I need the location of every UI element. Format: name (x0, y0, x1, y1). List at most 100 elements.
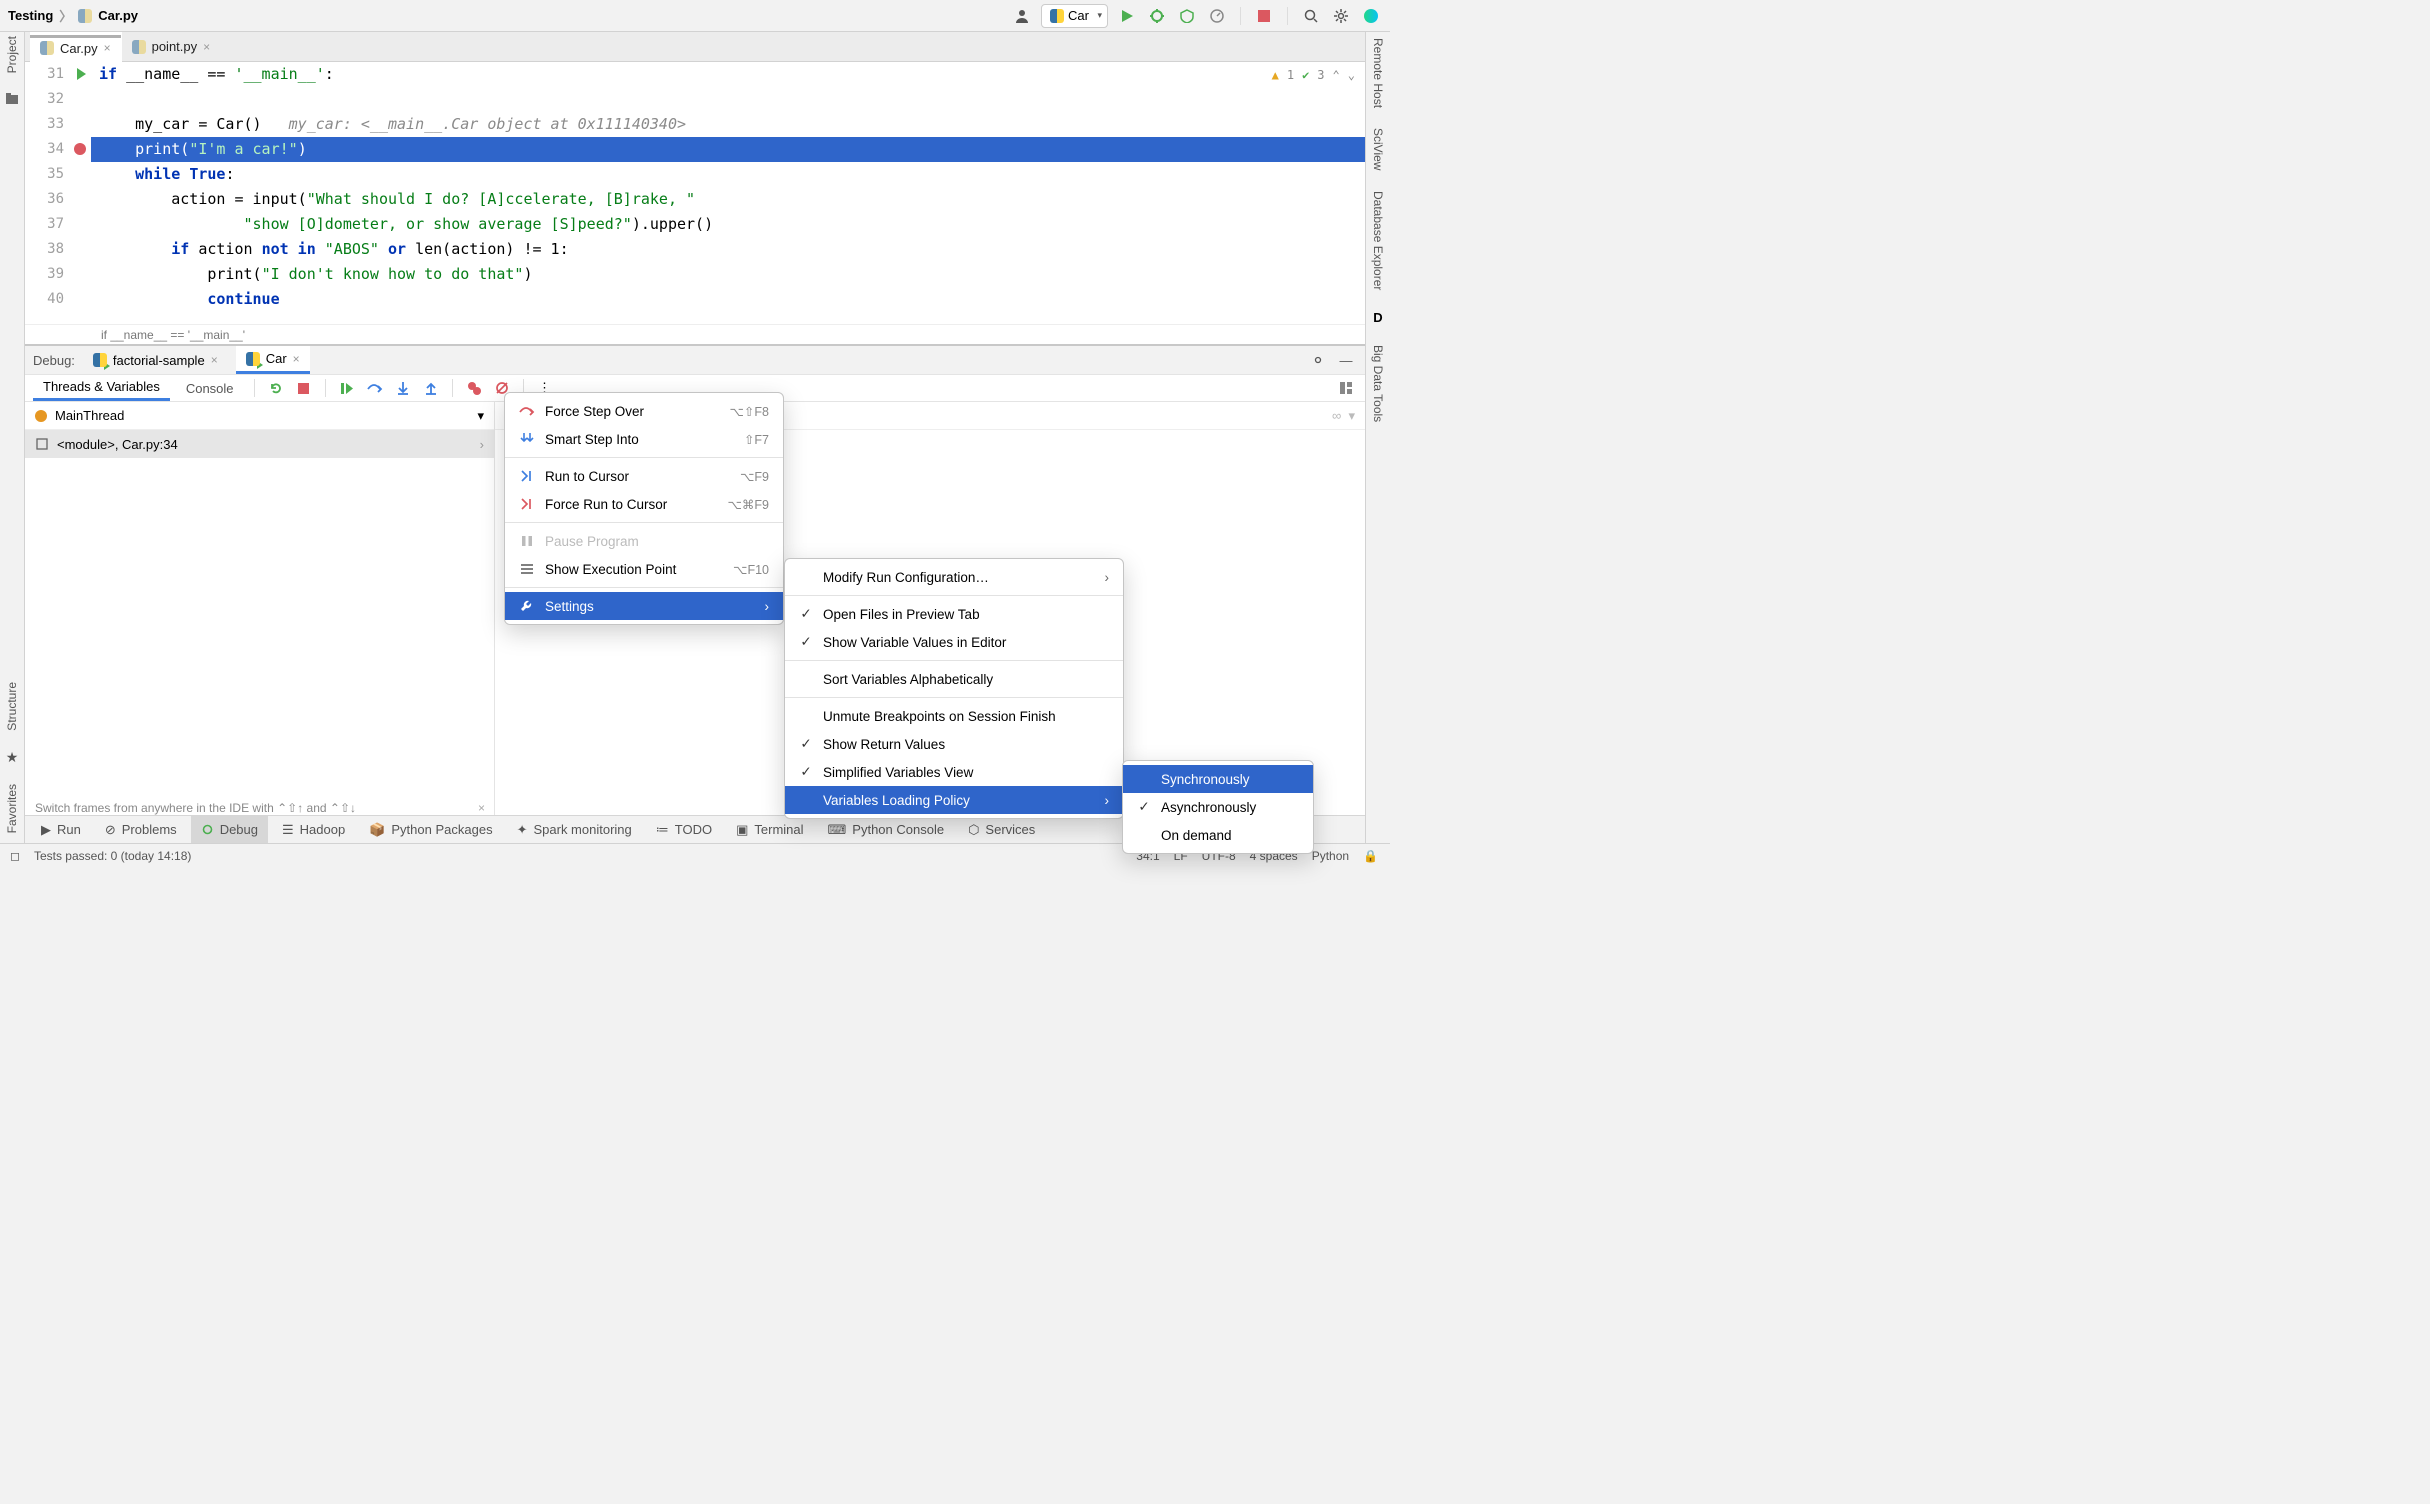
code-line[interactable]: if __name__ == '__main__': (91, 62, 1365, 87)
hide-button[interactable]: — (1335, 349, 1357, 371)
line-number[interactable]: 36 (25, 187, 64, 212)
search-icon[interactable] (1300, 5, 1322, 27)
debug-session-factorial[interactable]: factorial-sample × (83, 346, 228, 374)
menu-item[interactable]: Smart Step Into⇧F7 (505, 425, 783, 453)
code-line[interactable]: while True: (91, 162, 1365, 187)
debug-session-car[interactable]: Car × (236, 346, 310, 374)
gear-icon[interactable] (1307, 349, 1329, 371)
menu-item[interactable]: ✓Synchronously (1123, 765, 1313, 793)
line-number[interactable]: 37 (25, 212, 64, 237)
run-toolwin[interactable]: ▶ Run (31, 816, 91, 843)
line-number[interactable]: 32 (25, 87, 64, 112)
python-console-toolwin[interactable]: ⌨ Python Console (818, 816, 955, 843)
console-tab[interactable]: Console (176, 375, 244, 401)
code-line[interactable]: "show [O]dometer, or show average [S]pee… (91, 212, 1365, 237)
close-icon[interactable]: × (478, 801, 485, 815)
project-tool-button[interactable]: Project (5, 36, 19, 73)
line-number[interactable]: 35 (25, 162, 64, 187)
close-icon[interactable]: × (203, 40, 210, 54)
view-breakpoints-button[interactable] (463, 377, 485, 399)
menu-item[interactable]: ✓Simplified Variables View (785, 758, 1123, 786)
favorites-tool-button[interactable]: Favorites (5, 784, 19, 833)
debug-more-menu[interactable]: Force Step Over⌥⇧F8Smart Step Into⇧F7Run… (504, 392, 784, 625)
editor[interactable]: 31323334353637383940 ▲ 1 ✔ 3 ⌃ ⌄ if __na… (25, 62, 1365, 344)
line-number[interactable]: 39 (25, 262, 64, 287)
code-line[interactable]: continue (91, 287, 1365, 312)
threads-variables-tab[interactable]: Threads & Variables (33, 375, 170, 401)
close-icon[interactable]: × (104, 41, 111, 55)
menu-item[interactable]: Force Run to Cursor⌥⌘F9 (505, 490, 783, 518)
line-number[interactable]: 33 (25, 112, 64, 137)
menu-item[interactable]: ✓Show Return Values (785, 730, 1123, 758)
line-number[interactable]: 38 (25, 237, 64, 262)
run-gutter-icon[interactable] (77, 68, 86, 80)
close-icon[interactable]: × (293, 352, 300, 366)
menu-item[interactable]: ✓Open Files in Preview Tab (785, 600, 1123, 628)
window-icon[interactable]: ◻ (10, 849, 20, 863)
menu-item[interactable]: ✓On demand (1123, 821, 1313, 849)
folder-icon[interactable] (5, 91, 19, 105)
rerun-button[interactable] (265, 377, 287, 399)
tab-point-py[interactable]: point.py × (122, 32, 222, 61)
menu-item[interactable]: ✓Asynchronously (1123, 793, 1313, 821)
gutter[interactable]: 31323334353637383940 (25, 62, 91, 344)
code-line[interactable]: print("I'm a car!") (91, 137, 1365, 162)
python-packages-toolwin[interactable]: 📦 Python Packages (359, 816, 502, 843)
loading-policy-submenu[interactable]: ✓Synchronously✓Asynchronously✓On demand (1122, 760, 1314, 854)
run-config-selector[interactable]: Car (1041, 4, 1108, 28)
spark-toolwin[interactable]: ✦ Spark monitoring (507, 816, 642, 843)
line-number[interactable]: 31 (25, 62, 64, 87)
tab-car-py[interactable]: Car.py × (30, 32, 122, 62)
terminal-toolwin[interactable]: ▣ Terminal (726, 816, 813, 843)
breakpoint-icon[interactable] (74, 143, 86, 155)
menu-item[interactable]: ✓Modify Run Configuration…› (785, 563, 1123, 591)
step-over-button[interactable] (364, 377, 386, 399)
hadoop-toolwin[interactable]: ☰ Hadoop (272, 816, 355, 843)
structure-tool-button[interactable]: Structure (5, 682, 19, 731)
big-data-tools-button[interactable]: Big Data Tools (1371, 345, 1385, 422)
settings-submenu[interactable]: ✓Modify Run Configuration…› ✓Open Files i… (784, 558, 1124, 819)
chevron-down-icon[interactable]: ▾ (1348, 408, 1355, 424)
stop-button[interactable] (293, 377, 315, 399)
frame-row[interactable]: <module>, Car.py:34 › (25, 430, 494, 458)
database-explorer-button[interactable]: Database Explorer (1371, 191, 1385, 290)
menu-item[interactable]: ✓Show Variable Values in Editor (785, 628, 1123, 656)
breadcrumb-file[interactable]: Car.py (98, 8, 138, 23)
problems-toolwin[interactable]: ⊘ Problems (95, 816, 187, 843)
line-number[interactable]: 34 (25, 137, 64, 162)
services-toolwin[interactable]: ⬡ Services (958, 816, 1045, 843)
breadcrumb-root[interactable]: Testing (8, 8, 53, 23)
chevron-down-icon[interactable]: ▾ (477, 408, 484, 424)
todo-toolwin[interactable]: ≔ TODO (646, 816, 722, 843)
menu-item[interactable]: Show Execution Point⌥F10 (505, 555, 783, 583)
menu-item[interactable]: Run to Cursor⌥F9 (505, 462, 783, 490)
code-line[interactable]: my_car = Car() my_car: <__main__.Car obj… (91, 112, 1365, 137)
step-out-button[interactable] (420, 377, 442, 399)
product-icon[interactable] (1360, 5, 1382, 27)
sciview-button[interactable]: SciView (1371, 128, 1385, 170)
debug-toolwin[interactable]: Debug (191, 816, 268, 843)
remote-host-button[interactable]: Remote Host (1371, 38, 1385, 108)
debug-button[interactable] (1146, 5, 1168, 27)
code-line[interactable]: action = input("What should I do? [A]cce… (91, 187, 1365, 212)
coverage-button[interactable] (1176, 5, 1198, 27)
thread-selector[interactable]: MainThread ▾ (25, 402, 494, 430)
stop-button[interactable] (1253, 5, 1275, 27)
code-line[interactable]: print("I don't know how to do that") (91, 262, 1365, 287)
chevron-right-icon[interactable]: › (480, 437, 484, 452)
resume-button[interactable] (336, 377, 358, 399)
run-button[interactable] (1116, 5, 1138, 27)
gear-icon[interactable] (1330, 5, 1352, 27)
close-icon[interactable]: × (211, 353, 218, 367)
menu-item[interactable]: ✓Unmute Breakpoints on Session Finish (785, 702, 1123, 730)
lock-icon[interactable]: 🔒 (1363, 849, 1378, 863)
menu-item[interactable]: Settings› (505, 592, 783, 620)
profile-button[interactable] (1206, 5, 1228, 27)
interpreter[interactable]: Python (1312, 849, 1349, 863)
chevron-up-icon[interactable]: ⌃ (1333, 68, 1340, 82)
code-line[interactable] (91, 87, 1365, 112)
step-into-button[interactable] (392, 377, 414, 399)
code-area[interactable]: ▲ 1 ✔ 3 ⌃ ⌄ if __name__ == '__main__': m… (91, 62, 1365, 344)
infinity-icon[interactable]: ∞ (1332, 408, 1341, 423)
menu-item[interactable]: ✓Variables Loading Policy› (785, 786, 1123, 814)
